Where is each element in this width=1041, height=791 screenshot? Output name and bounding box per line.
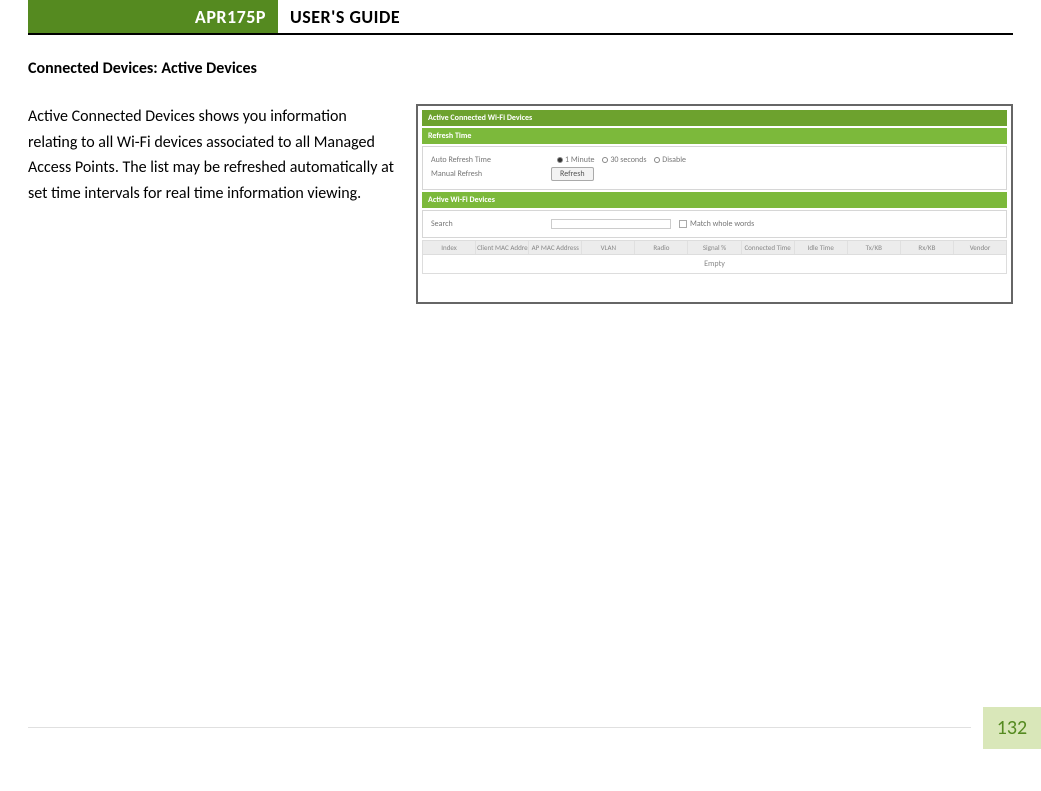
radio-1min[interactable]	[557, 157, 563, 163]
search-input[interactable]	[551, 219, 671, 229]
shot-devices-header: Active Wi-Fi Devices	[422, 192, 1007, 208]
devices-table-empty: Empty	[422, 255, 1007, 274]
col-idle-time: Idle Time	[795, 241, 848, 254]
col-client-mac: Client MAC Address	[476, 241, 529, 254]
devices-table-header: Index Client MAC Address AP MAC Address …	[422, 240, 1007, 255]
header-rule	[28, 33, 1013, 35]
search-label: Search	[431, 219, 551, 229]
col-vlan: VLAN	[582, 241, 635, 254]
header-title: USER'S GUIDE	[290, 0, 400, 33]
header-model-tab: APR175P	[28, 0, 278, 33]
col-tx: Tx/KB	[848, 241, 901, 254]
radio-30s-label: 30 seconds	[610, 155, 646, 165]
radio-disable[interactable]	[654, 157, 660, 163]
embedded-screenshot: Active Connected Wi-Fi Devices Refresh T…	[416, 104, 1013, 304]
section-heading: Connected Devices: Active Devices	[28, 59, 1013, 78]
shot-title-bar: Active Connected Wi-Fi Devices	[422, 110, 1007, 126]
match-label: Match whole words	[690, 219, 754, 229]
auto-refresh-label: Auto Refresh Time	[431, 155, 551, 165]
col-vendor: Vendor	[954, 241, 1006, 254]
footer-rule	[28, 727, 971, 728]
match-checkbox[interactable]	[679, 220, 687, 228]
radio-disable-label: Disable	[662, 155, 686, 165]
col-index: Index	[423, 241, 476, 254]
col-signal: Signal %	[688, 241, 741, 254]
shot-refresh-header: Refresh Time	[422, 128, 1007, 144]
body-paragraph: Active Connected Devices shows you infor…	[28, 104, 398, 206]
radio-30s[interactable]	[602, 157, 608, 163]
shot-devices-panel: Search Match whole words	[422, 210, 1007, 238]
col-rx: Rx/KB	[901, 241, 954, 254]
radio-1min-label: 1 Minute	[565, 155, 595, 165]
manual-refresh-label: Manual Refresh	[431, 169, 551, 179]
shot-refresh-panel: Auto Refresh Time 1 Minute 30 seconds Di…	[422, 146, 1007, 190]
page-number: 132	[983, 707, 1041, 749]
col-ap-mac: AP MAC Address	[529, 241, 582, 254]
col-radio: Radio	[635, 241, 688, 254]
refresh-button[interactable]: Refresh	[551, 167, 594, 181]
col-conn-time: Connected Time	[742, 241, 795, 254]
